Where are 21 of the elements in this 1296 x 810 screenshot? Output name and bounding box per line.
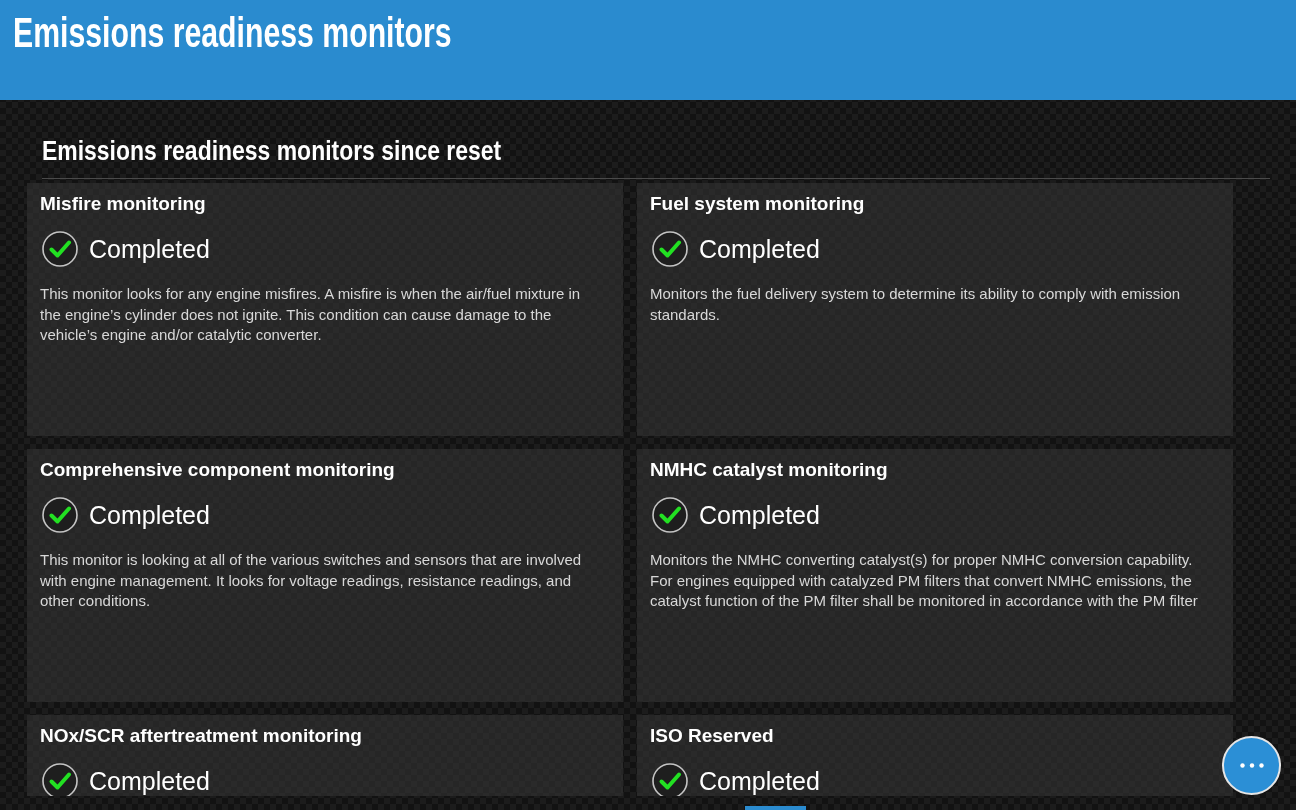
monitor-title: Misfire monitoring (40, 192, 207, 216)
status-label: Completed (699, 500, 820, 531)
more-icon (1239, 763, 1264, 768)
page-indicator (745, 806, 806, 810)
section-heading: Emissions readiness monitors since reset (42, 135, 502, 167)
monitor-title: Fuel system monitoring (650, 192, 866, 216)
status-label: Completed (89, 500, 210, 531)
monitor-description: Monitors the NMHC converting catalyst(s) for proper NMHC conversion capability. For engines equipped with catalyzed PM filters that convert NMHC emissions, the catalyst function of the PM filter shall be monitored in accordance with the PM filter (650, 550, 1199, 611)
monitor-description: This monitor is looking at all of the various switches and sensors that are involved with engine management. It looks for voltage readings, resistance readings, and other conditions. (40, 550, 583, 611)
status-label: Completed (699, 234, 820, 265)
monitor-title: ISO Reserved (650, 724, 775, 748)
monitor-title: NMHC catalyst monitoring (650, 458, 889, 482)
app-title: Emissions readiness monitors (13, 10, 452, 56)
status-label: Completed (699, 766, 820, 796)
status-label: Completed (89, 234, 210, 265)
monitor-description: Monitors the fuel delivery system to determine its ability to comply with emission standards. (650, 284, 1182, 325)
monitor-title: NOx/SCR aftertreatment monitoring (40, 724, 363, 748)
monitor-description: This monitor looks for any engine misfires. A misfire is when the air/fuel mixture in the engine’s cylinder does not ignite. This condition can cause damage to the vehicle’s engine and/or catalytic converter. (40, 284, 582, 345)
status-label: Completed (89, 766, 210, 796)
monitor-title: Comprehensive component monitoring (40, 458, 396, 482)
more-button[interactable] (1222, 736, 1281, 795)
